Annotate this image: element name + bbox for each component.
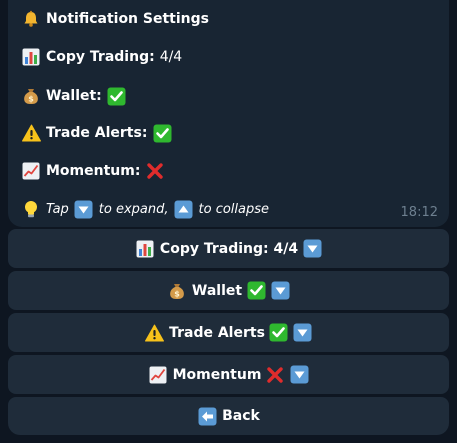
- up-arrow-icon: [174, 199, 194, 219]
- check-mark-icon: [246, 281, 266, 301]
- chart-increasing-icon: [148, 365, 168, 385]
- momentum-button-label: Momentum: [172, 366, 262, 383]
- trade-alerts-button[interactable]: Trade Alerts: [8, 313, 449, 352]
- copy-trading-value: 4/4: [159, 49, 183, 65]
- trade-alerts-button-label: Trade Alerts: [169, 324, 265, 341]
- down-arrow-icon: [289, 365, 309, 385]
- check-mark-icon: [152, 123, 172, 143]
- light-bulb-icon: [21, 199, 41, 219]
- down-arrow-icon: [302, 239, 322, 259]
- cross-mark-icon: [265, 365, 285, 385]
- copy-trading-line: Copy Trading: 4/4: [21, 46, 182, 68]
- wallet-line: $ Wallet:: [21, 85, 127, 107]
- money-bag-icon: $: [21, 86, 41, 106]
- momentum-button[interactable]: Momentum: [8, 355, 449, 394]
- back-button[interactable]: Back: [8, 397, 449, 435]
- hint-expand: to expand,: [98, 201, 169, 217]
- left-arrow-icon: [197, 406, 217, 426]
- svg-text:$: $: [174, 289, 180, 298]
- wallet-button-label: Wallet: [191, 282, 243, 299]
- hint-line: Tap to expand, to collapse: [21, 198, 269, 220]
- chart-increasing-icon: [21, 161, 41, 181]
- trade-alerts-line: Trade Alerts:: [21, 122, 172, 144]
- chat-view: Notification Settings Copy Trading: 4/4 …: [0, 0, 457, 443]
- svg-text:$: $: [28, 95, 34, 104]
- cross-mark-icon: [145, 161, 165, 181]
- hint-tap: Tap: [46, 201, 69, 217]
- hint-collapse: to collapse: [198, 201, 270, 217]
- copy-trading-button-label: Copy Trading: 4/4: [159, 240, 299, 257]
- message-title: Notification Settings: [46, 11, 209, 27]
- money-bag-icon: $: [167, 281, 187, 301]
- momentum-line: Momentum:: [21, 160, 165, 182]
- wallet-button[interactable]: $ Wallet: [8, 271, 449, 310]
- message-timestamp: 18:12: [400, 205, 438, 220]
- message-bubble: Notification Settings Copy Trading: 4/4 …: [8, 0, 449, 227]
- down-arrow-icon: [270, 281, 290, 301]
- momentum-label: Momentum:: [46, 163, 141, 179]
- bar-chart-icon: [21, 47, 41, 67]
- warning-icon: [144, 323, 164, 343]
- wallet-label: Wallet:: [46, 88, 102, 104]
- back-button-label: Back: [222, 408, 260, 424]
- down-arrow-icon: [74, 199, 94, 219]
- check-mark-icon: [269, 323, 289, 343]
- check-mark-icon: [107, 86, 127, 106]
- bell-icon: [21, 9, 41, 29]
- warning-icon: [21, 123, 41, 143]
- bar-chart-icon: [135, 239, 155, 259]
- message-title-line: Notification Settings: [21, 8, 209, 30]
- trade-alerts-label: Trade Alerts:: [46, 125, 148, 141]
- copy-trading-button[interactable]: Copy Trading: 4/4: [8, 229, 449, 268]
- down-arrow-icon: [293, 323, 313, 343]
- copy-trading-label: Copy Trading:: [46, 49, 155, 65]
